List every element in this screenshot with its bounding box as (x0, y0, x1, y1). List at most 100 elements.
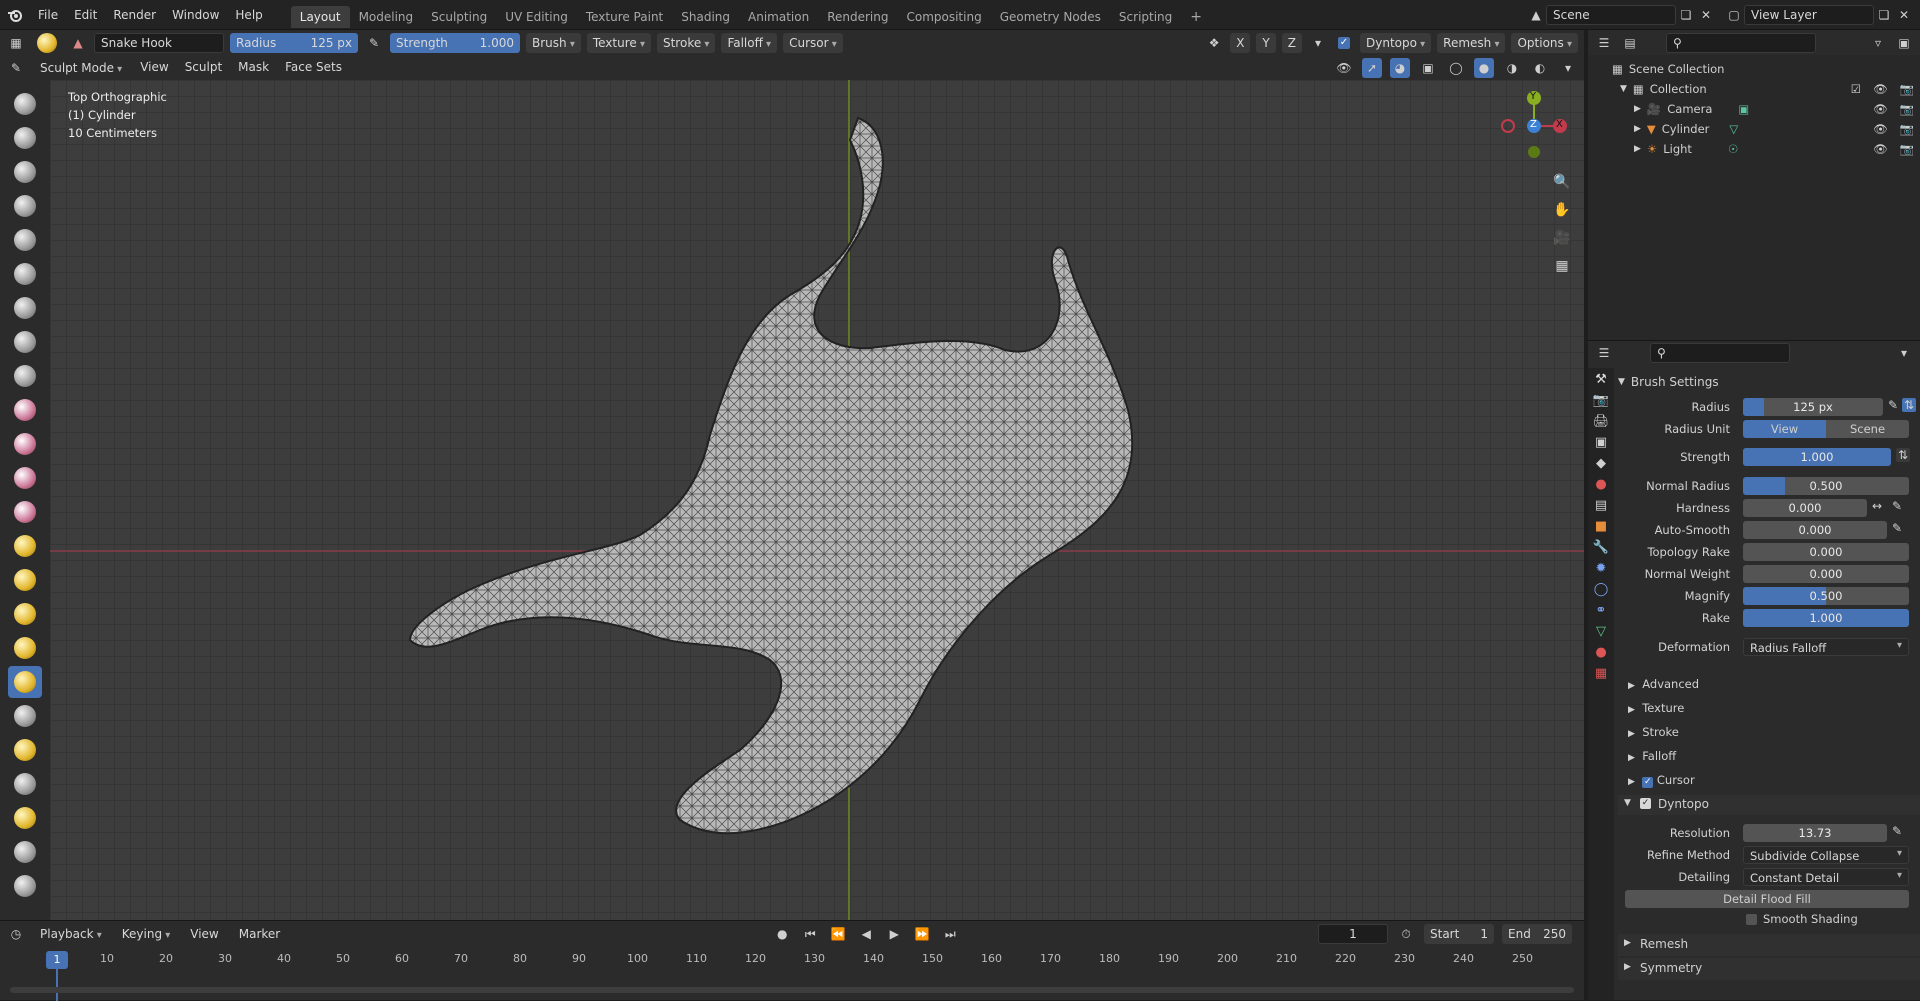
rendered-shading-icon[interactable]: ◐ (1530, 58, 1550, 78)
view-layer-field[interactable]: View Layer (1744, 4, 1874, 25)
tab-shading[interactable]: Shading (672, 6, 739, 28)
outliner-item-cylinder[interactable]: ▶ ▼ Cylinder ▽ 👁 📷 (1612, 119, 1920, 139)
menu-file[interactable]: File (30, 0, 66, 30)
tab-rendering[interactable]: Rendering (818, 6, 897, 28)
expand-arrow-icon[interactable]: ▶ (1634, 99, 1641, 119)
playback-menu[interactable]: Playback (34, 924, 108, 944)
jump-end-icon[interactable]: ⏭ (940, 924, 960, 944)
marker-menu[interactable]: Marker (233, 924, 286, 944)
render-camera-icon[interactable]: 📷 (1900, 119, 1914, 139)
clay-strips-tool[interactable] (8, 190, 42, 222)
auto-smooth-pressure-icon[interactable]: ✎ (1892, 521, 1902, 535)
menu-mask[interactable]: Mask (234, 55, 273, 80)
keying-menu[interactable]: Keying (116, 924, 177, 944)
eye-icon[interactable]: 👁 (1873, 119, 1888, 139)
topology-rake-slider[interactable]: 0.000 (1743, 543, 1909, 561)
tab-compositing[interactable]: Compositing (897, 6, 990, 28)
tab-modeling[interactable]: Modeling (350, 6, 423, 28)
mode-selector[interactable]: Sculpt Mode (34, 58, 128, 78)
expand-arrow-icon[interactable]: ▶ (1634, 139, 1641, 159)
boundary-tool[interactable] (8, 870, 42, 902)
brush-preview-icon[interactable] (32, 32, 62, 53)
eye-icon[interactable]: 👁 (1873, 139, 1888, 159)
refine-method-select[interactable]: Subdivide Collapse (1743, 846, 1909, 864)
dyntopo-enable-checkbox[interactable]: ✓ (1640, 798, 1651, 809)
normal-radius-slider[interactable]: 0.500 (1743, 477, 1909, 495)
expand-arrow-icon[interactable]: ▶ (1634, 119, 1641, 139)
brush-browse-icon[interactable]: ▲ (68, 33, 88, 53)
flatten-tool[interactable] (8, 428, 42, 460)
resolution-field[interactable]: 13.73 (1743, 824, 1887, 842)
view-layer-icon[interactable]: ▢ (1724, 5, 1744, 25)
blob-tool[interactable] (8, 326, 42, 358)
timeline-scrollbar[interactable] (10, 987, 1574, 993)
cursor-checkbox[interactable]: ✓ (1642, 777, 1654, 788)
frame-ruler[interactable]: 1 10 20 30 40 50 60 70 80 90 100 110 120… (0, 949, 1584, 1001)
material-shading-icon[interactable]: ◑ (1502, 58, 1522, 78)
dyntopo-menu[interactable]: Dyntopo (1360, 32, 1432, 53)
tab-layout[interactable]: Layout (290, 5, 350, 28)
strength-pressure-icon[interactable]: ⇅ (1896, 448, 1911, 462)
pose-tool[interactable] (8, 734, 42, 766)
editor-type-icon[interactable]: ▦ (6, 33, 26, 53)
slide-relax-tool[interactable] (8, 836, 42, 868)
remesh-menu[interactable]: Remesh (1437, 32, 1506, 53)
shading-dropdown-icon[interactable]: ▾ (1558, 58, 1578, 78)
close-scene-icon[interactable]: ✕ (1696, 5, 1716, 25)
tab-geometry-nodes[interactable]: Geometry Nodes (991, 6, 1110, 28)
eye-icon[interactable]: 👁 (1873, 99, 1888, 119)
axis-y-toggle[interactable]: Y (1256, 32, 1276, 53)
brush-name-field[interactable]: Snake Hook (94, 32, 224, 53)
sculpt-mode-icon[interactable]: ✎ (6, 58, 26, 78)
fill-tool[interactable] (8, 462, 42, 494)
menu-view[interactable]: View (136, 55, 172, 80)
overlay-toggle-icon[interactable]: ◕ (1390, 57, 1410, 78)
properties-options-icon[interactable]: ▾ (1894, 343, 1914, 363)
solid-shading-icon[interactable]: ● (1474, 57, 1494, 78)
symmetry-dropdown-icon[interactable]: ▾ (1308, 33, 1328, 53)
radius-slider[interactable]: 125 px (1743, 398, 1883, 416)
play-icon[interactable]: ▶ (884, 924, 904, 944)
3d-viewport[interactable]: Top Orthographic (1) Cylinder 10 Centime… (50, 80, 1584, 920)
xray-icon[interactable]: ▣ (1418, 58, 1438, 78)
scene-collection-row[interactable]: ▦ Scene Collection (1612, 59, 1920, 79)
symmetry-panel-header[interactable]: ▶ Symmetry (1618, 958, 1920, 980)
properties-search-input[interactable]: ⚲ (1650, 343, 1790, 363)
tab-uv-editing[interactable]: UV Editing (496, 6, 577, 28)
timeline-view-menu[interactable]: View (184, 924, 224, 944)
hardness-invert-icon[interactable]: ↔ (1872, 499, 1882, 513)
outliner-editor-icon[interactable]: ☰ (1594, 33, 1614, 53)
expand-arrow-icon[interactable]: ▼ (1620, 79, 1627, 99)
radius-unit-view-button[interactable]: View (1743, 420, 1826, 438)
normal-weight-slider[interactable]: 0.000 (1743, 565, 1909, 583)
render-camera-icon[interactable]: 📷 (1900, 79, 1914, 99)
strength-slider[interactable]: 1.000 (1743, 448, 1891, 466)
layer-tool[interactable] (8, 258, 42, 290)
visibility-icon[interactable]: 👁 (1334, 58, 1354, 78)
play-reverse-icon[interactable]: ◀ (856, 924, 876, 944)
strength-field[interactable]: Strength 1.000 (390, 32, 520, 53)
render-camera-icon[interactable]: 📷 (1900, 99, 1914, 119)
inflate-tool[interactable] (8, 292, 42, 324)
options-menu[interactable]: Options (1511, 32, 1578, 53)
record-icon[interactable]: ● (772, 924, 792, 944)
dyntopo-checkbox[interactable]: ✓ (1334, 33, 1354, 53)
scrape-tool[interactable] (8, 496, 42, 528)
hardness-pressure-icon[interactable]: ✎ (1892, 499, 1902, 513)
properties-editor-icon[interactable]: ☰ (1594, 343, 1614, 363)
outliner-item-camera[interactable]: ▶ 🎥 Camera ▣ 👁 📷 (1612, 99, 1920, 119)
smooth-shading-row[interactable]: Smooth Shading (1746, 912, 1858, 926)
filter-icon[interactable]: ▿ (1868, 33, 1888, 53)
symmetry-icon[interactable]: ❖ (1204, 33, 1224, 53)
close-view-layer-icon[interactable]: ✕ (1894, 5, 1914, 25)
exclude-checkbox[interactable]: ☑ (1851, 79, 1861, 99)
crease-tool[interactable] (8, 360, 42, 392)
deformation-select[interactable]: Radius Falloff (1743, 638, 1909, 656)
outliner-search-input[interactable]: ⚲ (1666, 32, 1816, 53)
new-collection-icon[interactable]: ▣ (1894, 33, 1914, 53)
clay-tool[interactable] (8, 156, 42, 188)
radius-field[interactable]: Radius 125 px (230, 32, 358, 53)
remesh-panel-header[interactable]: ▶ Remesh (1618, 934, 1920, 956)
detailing-select[interactable]: Constant Detail (1743, 868, 1909, 886)
texture-subpanel[interactable]: ▶ Texture (1628, 701, 1684, 715)
